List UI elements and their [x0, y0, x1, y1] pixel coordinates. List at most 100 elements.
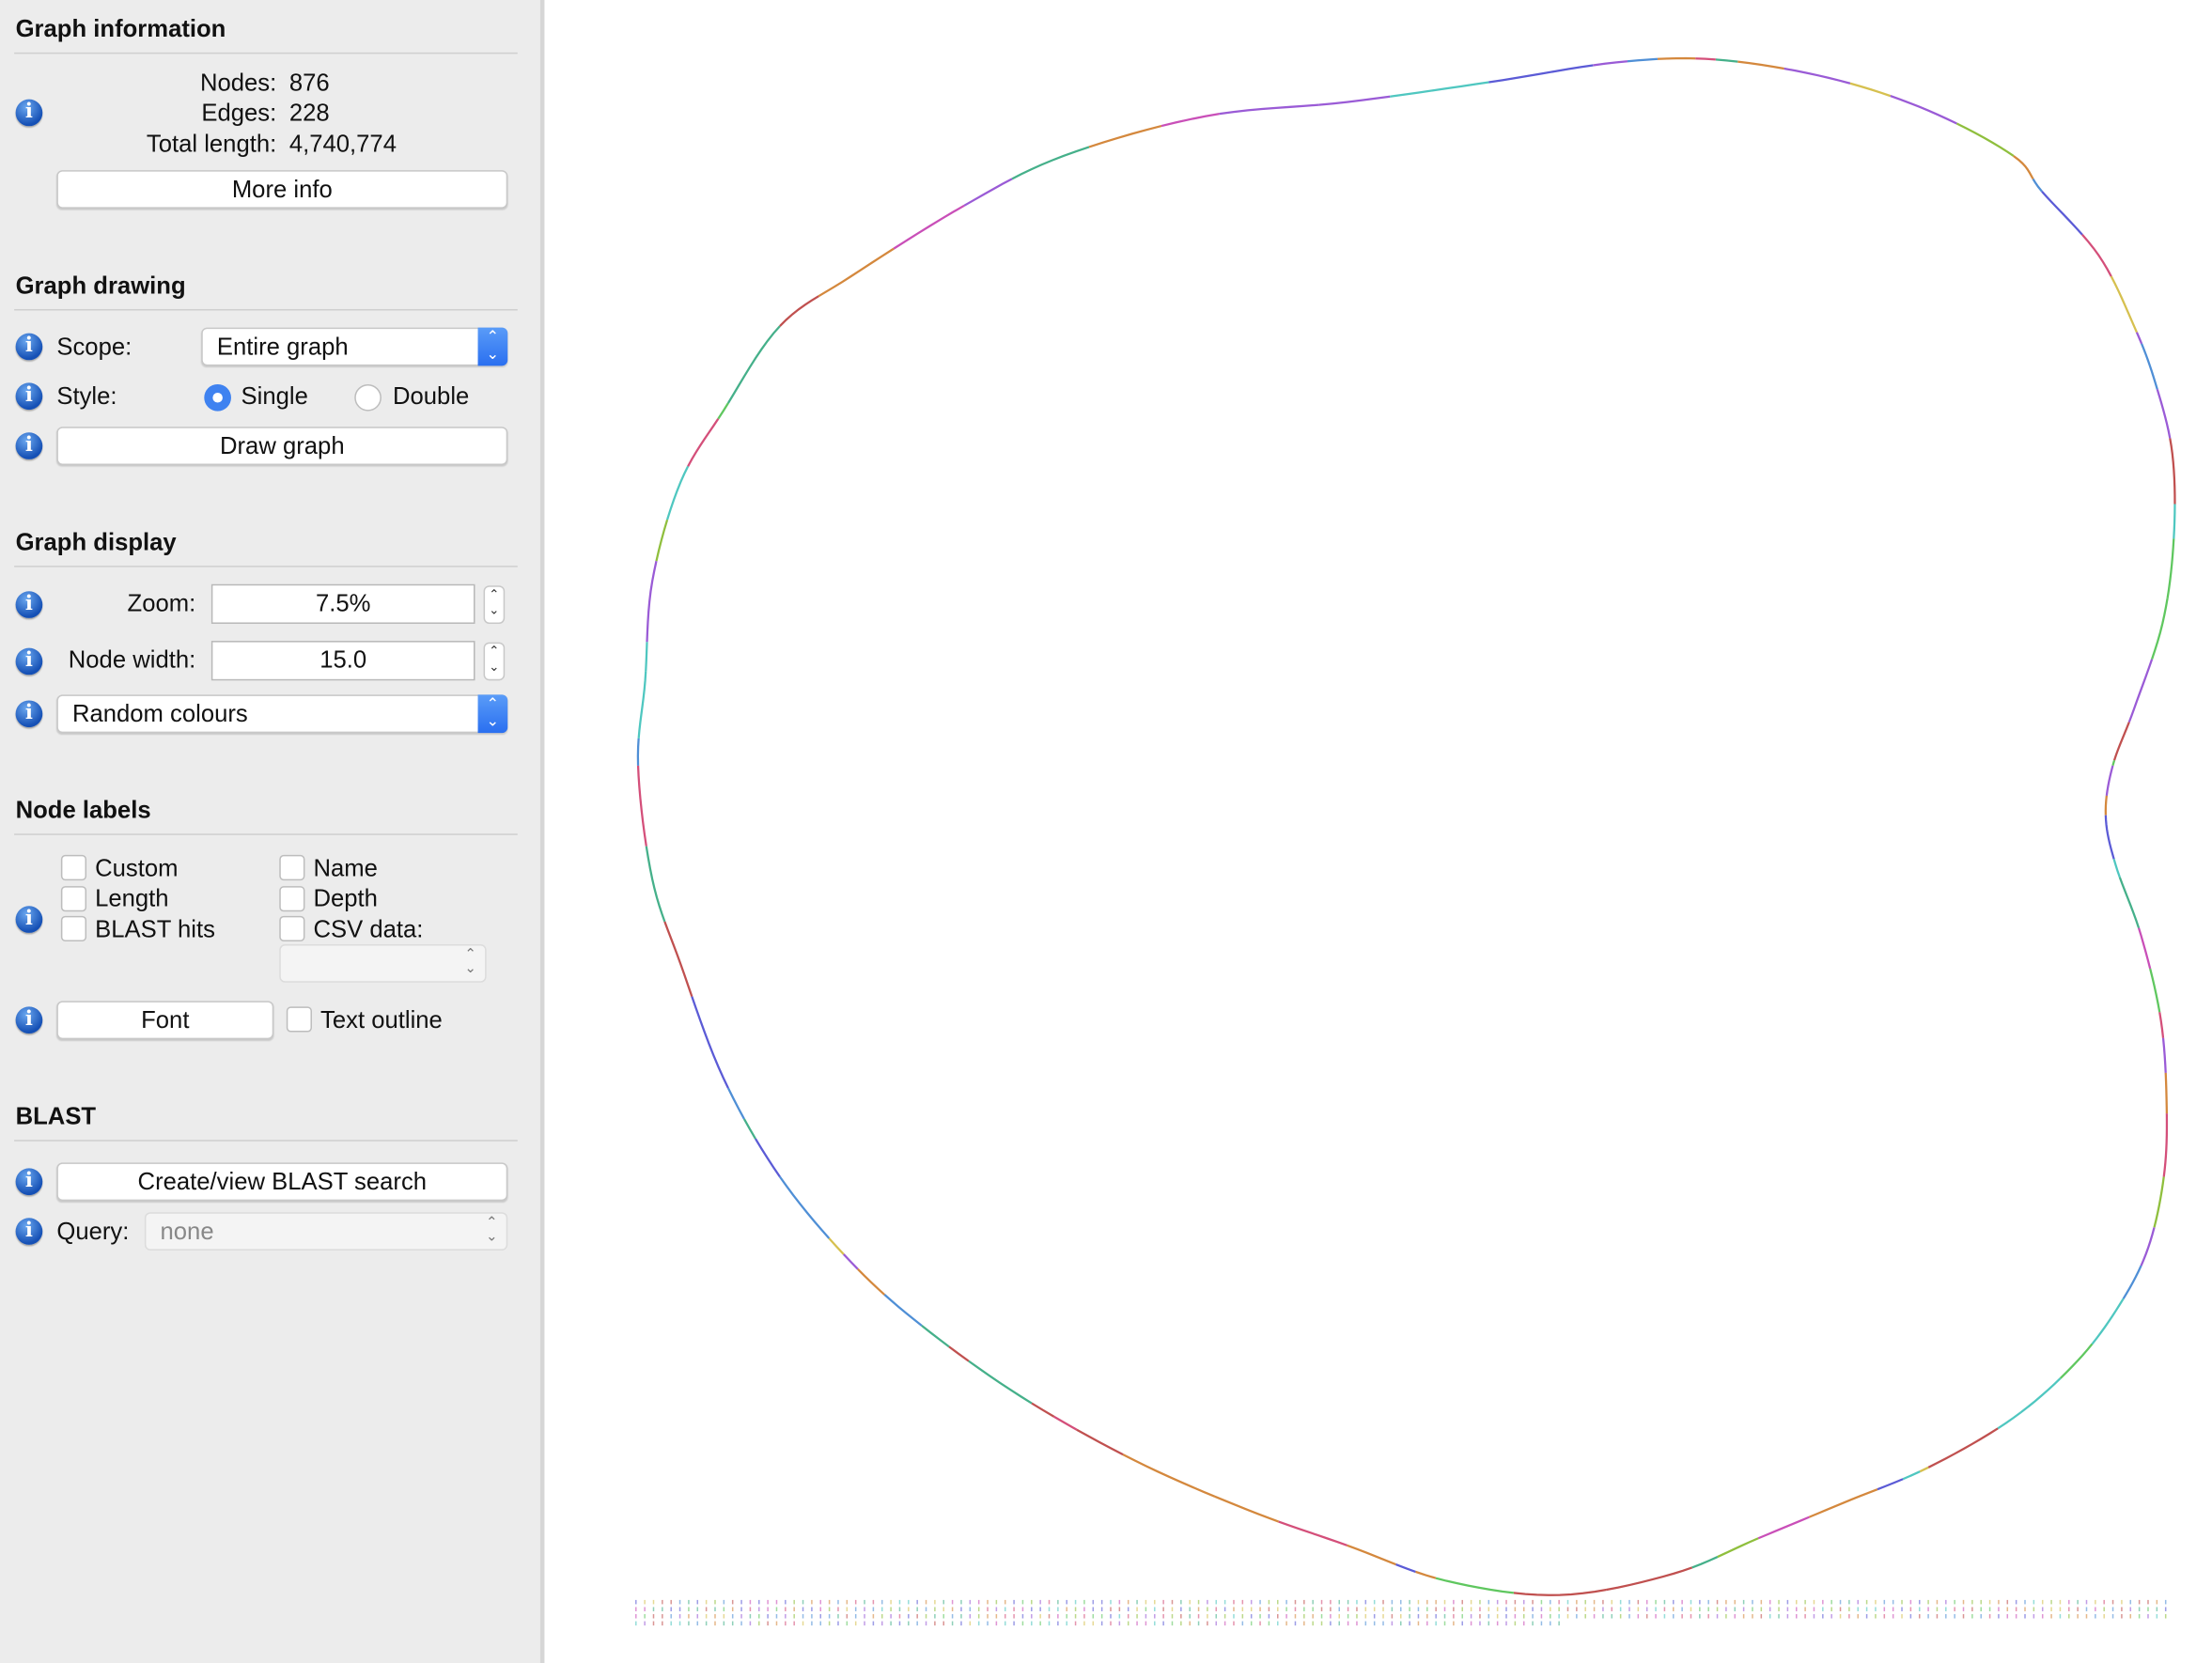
- graph-node-small[interactable]: [1356, 1613, 1358, 1619]
- graph-node-small[interactable]: [1136, 1613, 1138, 1619]
- graph-node-small[interactable]: [1611, 1599, 1613, 1605]
- graph-node-small[interactable]: [1417, 1607, 1420, 1611]
- graph-node[interactable]: [893, 204, 965, 250]
- graph-node-small[interactable]: [1233, 1613, 1235, 1619]
- graph-node-small[interactable]: [1057, 1607, 1059, 1611]
- graph-node-small[interactable]: [1778, 1599, 1780, 1605]
- graph-node-small[interactable]: [2068, 1607, 2070, 1611]
- graph-node[interactable]: [1122, 1453, 1216, 1498]
- graph-node-small[interactable]: [1250, 1599, 1253, 1605]
- graph-node-small[interactable]: [2147, 1613, 2149, 1619]
- graph-node-small[interactable]: [1259, 1613, 1261, 1619]
- graph-node-small[interactable]: [2024, 1607, 2026, 1611]
- graph-node-small[interactable]: [644, 1607, 646, 1611]
- style-single-radio[interactable]: [204, 383, 231, 412]
- graph-node-small[interactable]: [1004, 1613, 1006, 1619]
- graph-node-small[interactable]: [2006, 1599, 2009, 1605]
- graph-node[interactable]: [1318, 95, 1391, 106]
- graph-node-small[interactable]: [2085, 1613, 2088, 1619]
- graph-node-small[interactable]: [2111, 1613, 2114, 1619]
- graph-node-small[interactable]: [1320, 1621, 1323, 1626]
- graph-node-small[interactable]: [1461, 1599, 1463, 1605]
- graph-node-small[interactable]: [1250, 1613, 1253, 1619]
- graph-node-small[interactable]: [1857, 1599, 1859, 1605]
- graph-node-small[interactable]: [2077, 1607, 2079, 1611]
- graph-node-small[interactable]: [1277, 1613, 1279, 1619]
- graph-node-small[interactable]: [1074, 1599, 1077, 1605]
- graph-node-small[interactable]: [749, 1621, 752, 1626]
- graph-node-small[interactable]: [951, 1621, 954, 1626]
- graph-node-small[interactable]: [1189, 1613, 1191, 1619]
- style-double-radio[interactable]: [354, 383, 382, 412]
- graph-node-small[interactable]: [846, 1599, 849, 1605]
- info-icon[interactable]: i: [15, 1168, 43, 1196]
- graph-node-small[interactable]: [1074, 1607, 1077, 1611]
- graph-node-small[interactable]: [1540, 1613, 1543, 1619]
- graph-node-small[interactable]: [1303, 1613, 1305, 1619]
- node-width-stepper[interactable]: ⌃ ⌄: [483, 642, 506, 681]
- graph-node-small[interactable]: [1892, 1599, 1894, 1605]
- graph-node-small[interactable]: [1180, 1621, 1182, 1626]
- graph-node-small[interactable]: [678, 1621, 681, 1626]
- info-icon[interactable]: i: [15, 591, 43, 618]
- graph-node-small[interactable]: [767, 1607, 769, 1611]
- graph-node-small[interactable]: [1083, 1607, 1085, 1611]
- graph-node-small[interactable]: [1039, 1621, 1041, 1626]
- graph-node-small[interactable]: [1066, 1607, 1067, 1611]
- graph-node-small[interactable]: [1127, 1613, 1129, 1619]
- graph-node[interactable]: [2141, 343, 2158, 390]
- graph-node-small[interactable]: [890, 1613, 892, 1619]
- graph-node-small[interactable]: [1532, 1613, 1534, 1619]
- graph-node-small[interactable]: [2156, 1599, 2158, 1605]
- graph-node-small[interactable]: [1988, 1607, 1991, 1611]
- graph-node-small[interactable]: [1180, 1613, 1182, 1619]
- graph-node[interactable]: [636, 738, 640, 766]
- graph-node-small[interactable]: [1540, 1599, 1543, 1605]
- graph-node-small[interactable]: [1154, 1607, 1156, 1611]
- graph-node-small[interactable]: [688, 1607, 690, 1611]
- graph-node-small[interactable]: [1197, 1613, 1200, 1619]
- graph-node-small[interactable]: [1048, 1599, 1051, 1605]
- graph-node[interactable]: [717, 402, 729, 420]
- graph-node-small[interactable]: [1285, 1621, 1287, 1626]
- graph-node-small[interactable]: [775, 1613, 778, 1619]
- graph-node-small[interactable]: [846, 1613, 849, 1619]
- graph-node-small[interactable]: [2050, 1613, 2052, 1619]
- graph-node-small[interactable]: [1268, 1607, 1270, 1611]
- graph-node-small[interactable]: [1312, 1607, 1314, 1611]
- graph-node-small[interactable]: [1189, 1607, 1191, 1611]
- graph-node-small[interactable]: [1004, 1599, 1006, 1605]
- graph-node-small[interactable]: [1839, 1607, 1842, 1611]
- graph-node-small[interactable]: [1453, 1607, 1455, 1611]
- graph-node-small[interactable]: [1048, 1613, 1051, 1619]
- graph-node-small[interactable]: [1752, 1599, 1753, 1605]
- graph-node-small[interactable]: [880, 1613, 883, 1619]
- graph-node-small[interactable]: [2095, 1613, 2096, 1619]
- graph-node-small[interactable]: [1320, 1599, 1323, 1605]
- graph-node-small[interactable]: [1760, 1607, 1763, 1611]
- graph-node-small[interactable]: [1110, 1613, 1112, 1619]
- graph-node-small[interactable]: [2041, 1599, 2044, 1605]
- graph-node[interactable]: [2173, 504, 2176, 539]
- graph-node-small[interactable]: [1189, 1599, 1191, 1605]
- graph-node-small[interactable]: [1496, 1607, 1499, 1611]
- graph-node-small[interactable]: [1409, 1621, 1410, 1626]
- graph-node-small[interactable]: [1013, 1621, 1015, 1626]
- graph-node-small[interactable]: [1681, 1599, 1683, 1605]
- graph-node-small[interactable]: [1021, 1607, 1024, 1611]
- graph-node-small[interactable]: [1945, 1599, 1947, 1605]
- graph-node-small[interactable]: [1479, 1621, 1481, 1626]
- graph-node-small[interactable]: [1909, 1607, 1912, 1611]
- graph-node[interactable]: [687, 418, 720, 467]
- graph-node-small[interactable]: [1127, 1599, 1129, 1605]
- graph-node-small[interactable]: [2147, 1599, 2149, 1605]
- graph-node-small[interactable]: [1795, 1607, 1798, 1611]
- graph-node[interactable]: [2041, 190, 2083, 236]
- csv-data-label[interactable]: CSV data:: [313, 916, 423, 944]
- graph-node-small[interactable]: [1576, 1613, 1578, 1619]
- graph-node-small[interactable]: [1988, 1613, 1991, 1619]
- graph-node-small[interactable]: [987, 1621, 989, 1626]
- graph-node[interactable]: [1902, 1470, 1921, 1481]
- graph-node[interactable]: [1715, 58, 1738, 63]
- graph-node-small[interactable]: [2138, 1599, 2141, 1605]
